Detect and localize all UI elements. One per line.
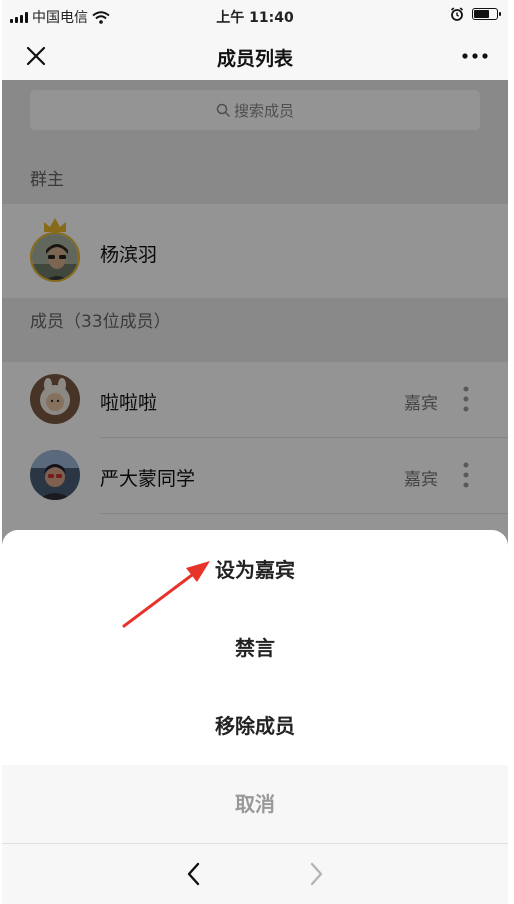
more-horizontal-icon[interactable] (460, 44, 490, 68)
status-time: 上午 11:40 (216, 10, 294, 26)
alarm-icon (450, 7, 464, 21)
page-title: 成员列表 (216, 48, 293, 70)
action-sheet: 设为嘉宾 禁言 移除成员 取消 (2, 530, 508, 904)
battery-icon (472, 8, 501, 20)
navigation-bar: 成员列表 (2, 32, 508, 80)
browser-toolbar (2, 843, 508, 904)
status-bar: 中国电信 上午 11:40 (2, 0, 508, 32)
chevron-left-icon[interactable] (182, 860, 206, 888)
chevron-right-icon[interactable] (304, 860, 328, 888)
cancel-button[interactable]: 取消 (2, 765, 508, 843)
mute-option[interactable]: 禁言 (2, 609, 508, 687)
remove-member-option[interactable]: 移除成员 (2, 687, 508, 765)
phone-screen: 中国电信 上午 11:40 成员列表 搜索成员 群主 杨滨羽 成员（33位成员）… (2, 0, 508, 904)
set-as-guest-option[interactable]: 设为嘉宾 (2, 531, 508, 609)
